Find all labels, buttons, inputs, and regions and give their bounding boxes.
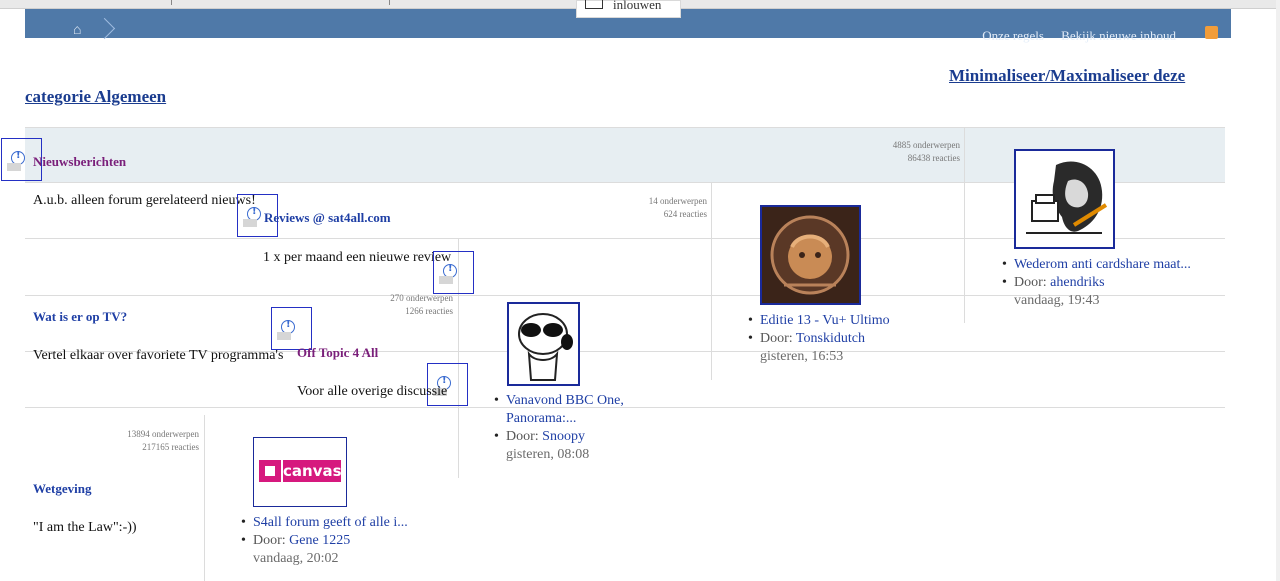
last-post: Editie 13 - Vu+ Ultimo Door: Tonskidutch… [748, 312, 978, 366]
by-label: Door: [253, 533, 286, 548]
category-title-link[interactable]: categorie Algemeen [25, 87, 166, 107]
last-post-time: vandaag, 20:02 [253, 551, 339, 566]
divider [964, 127, 965, 323]
login-label: inlouwen [613, 0, 662, 12]
board-title-nieuwsberichten[interactable]: Nieuwsberichten [33, 154, 126, 170]
divider [25, 127, 1225, 128]
last-post-time: gisteren, 08:08 [506, 447, 590, 462]
board-description: Voor alle overige discussie [297, 384, 448, 399]
reply-count: 86438 reacties [907, 153, 960, 163]
board-status-icon [439, 262, 461, 284]
last-post: Vanavond BBC One, Panorama:... Door: Sno… [494, 392, 654, 464]
divider [711, 183, 712, 380]
rss-icon[interactable] [1205, 26, 1218, 39]
last-post-time: gisteren, 16:53 [760, 349, 844, 364]
last-post-author-link[interactable]: Gene 1225 [289, 533, 350, 548]
last-post-title-link[interactable]: Vanavond BBC One, Panorama:... [506, 393, 624, 426]
last-post-time: vandaag, 19:43 [1014, 293, 1100, 308]
home-icon[interactable]: ⌂ [73, 23, 81, 39]
board-title-off-topic[interactable]: Off Topic 4 All [297, 345, 378, 361]
last-post: Wederom anti cardshare maat... Door: ahe… [1002, 256, 1232, 310]
by-label: Door: [1014, 275, 1047, 290]
last-post: S4all forum geeft of alle i... Door: Gen… [241, 514, 471, 568]
board-stats: 13894 onderwerpen 217165 reacties [127, 428, 199, 454]
board-status-icon [243, 205, 265, 227]
header-links: Onze regels Bekijk nieuwe inhoud [968, 28, 1176, 44]
scrollbar[interactable] [1276, 0, 1280, 581]
canvas-logo-text: canvas [283, 460, 342, 482]
board-description: "I am the Law":-)) [33, 520, 137, 535]
avatar[interactable] [1014, 149, 1115, 249]
last-post-title-link[interactable]: Wederom anti cardshare maat... [1014, 257, 1191, 272]
board-description: Vertel elkaar over favoriete TV programm… [33, 348, 284, 363]
canvas-logo[interactable]: canvas [253, 437, 347, 507]
board-description: A.u.b. alleen forum gerelateerd nieuws! [33, 193, 256, 208]
board-title-wetgeving[interactable]: Wetgeving [33, 481, 92, 497]
tick [389, 0, 390, 5]
reply-count: 1266 reacties [405, 306, 453, 316]
board-status-icon [277, 318, 299, 340]
last-post-author-link[interactable]: ahendriks [1050, 275, 1104, 290]
board-title-reviews[interactable]: Reviews @ sat4all.com [264, 210, 391, 226]
avatar[interactable] [507, 302, 580, 386]
last-post-title-link[interactable]: Editie 13 - Vu+ Ultimo [760, 313, 890, 328]
envelope-icon [585, 0, 603, 9]
tick [171, 0, 172, 5]
collapse-category-link[interactable]: Minimaliseer/Maximaliseer deze [949, 66, 1185, 86]
board-status-icon [7, 149, 29, 171]
board-stats: 14 onderwerpen 624 reacties [649, 195, 707, 221]
last-post-title-link[interactable]: S4all forum geeft of alle i... [253, 515, 408, 530]
last-post-author-link[interactable]: Snoopy [542, 429, 585, 444]
divider [204, 415, 205, 581]
reply-count: 624 reacties [663, 209, 707, 219]
topic-count: 4885 onderwerpen [892, 140, 960, 150]
board-description: 1 x per maand een nieuwe review [263, 250, 452, 265]
topic-count: 14 onderwerpen [648, 196, 707, 206]
avatar[interactable] [760, 205, 861, 305]
topic-count: 13894 onderwerpen [127, 429, 199, 439]
reply-count: 217165 reacties [142, 442, 199, 452]
board-title-tv[interactable]: Wat is er op TV? [33, 309, 127, 325]
board-stats: 4885 onderwerpen 86438 reacties [893, 139, 960, 165]
board-stats: 270 onderwerpen 1266 reacties [390, 292, 453, 318]
last-post-author-link[interactable]: Tonskidutch [796, 331, 865, 346]
breadcrumb-arrow-icon [93, 17, 116, 40]
login-button[interactable]: inlouwen [576, 0, 681, 18]
topic-count: 270 onderwerpen [390, 293, 453, 303]
rules-link[interactable]: Onze regels [982, 28, 1044, 43]
by-label: Door: [760, 331, 793, 346]
canvas-mark-icon [259, 460, 281, 482]
by-label: Door: [506, 429, 539, 444]
new-content-link[interactable]: Bekijk nieuwe inhoud [1061, 28, 1176, 43]
